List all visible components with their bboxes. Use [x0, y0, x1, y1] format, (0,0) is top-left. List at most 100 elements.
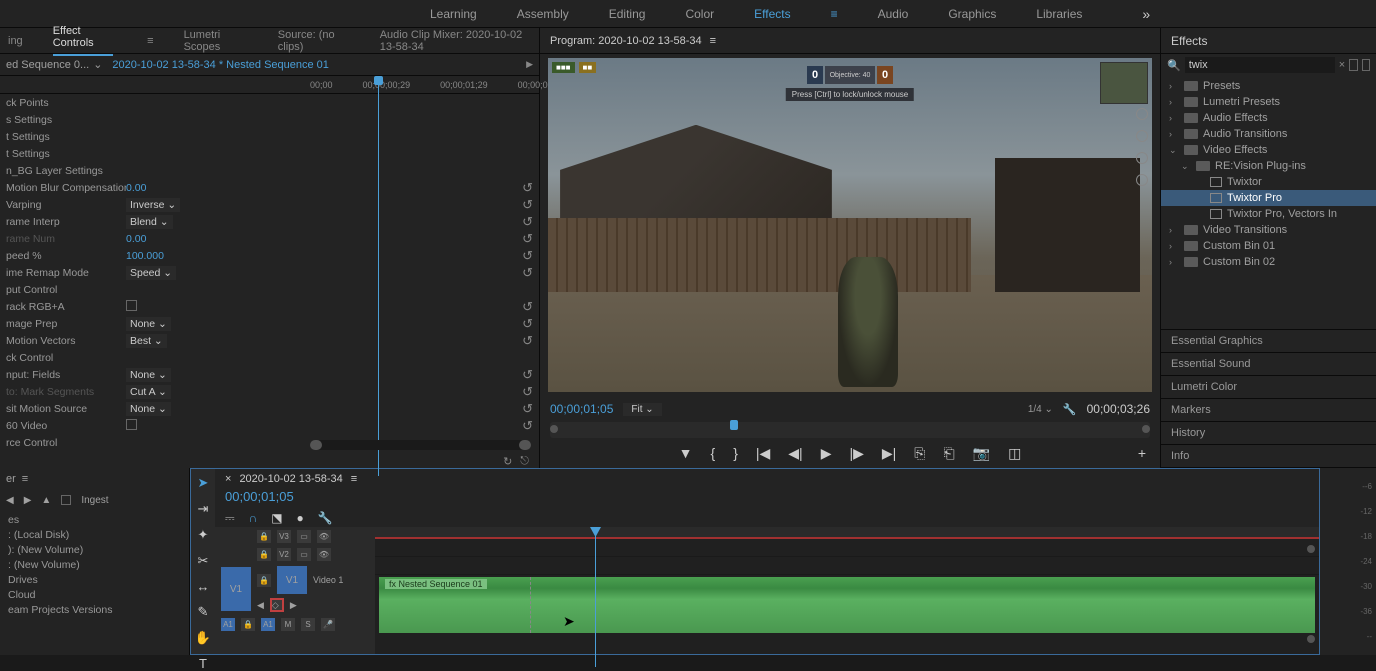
track-header-v3[interactable]: 🔒 V3 ▭ 👁	[215, 527, 375, 545]
panel-menu-icon[interactable]: ≡	[147, 35, 153, 47]
effect-property-row[interactable]: peed %100.000↺	[0, 247, 539, 264]
timeline-track-area[interactable]: fx Nested Sequence 01 ➤	[375, 527, 1319, 654]
marker-icon[interactable]: ▼	[679, 445, 693, 461]
property-control[interactable]: 100.000	[126, 250, 241, 262]
track-select-tool-icon[interactable]: ⇥	[195, 501, 211, 517]
play-tri-icon[interactable]: ▶	[526, 59, 533, 70]
property-control[interactable]: Speed ⌄	[126, 267, 241, 279]
chevron-down-icon[interactable]: ⌄	[93, 58, 102, 71]
reset-icon[interactable]: ↺	[522, 367, 533, 383]
out-point-icon[interactable]: }	[733, 445, 738, 461]
tab-color[interactable]: Color	[685, 7, 714, 21]
scroll-thumb[interactable]	[310, 440, 322, 450]
timeline-playhead[interactable]	[595, 527, 596, 667]
effect-property-row[interactable]: nput: FieldsNone ⌄↺	[0, 366, 539, 383]
tab-audio-clip-mixer[interactable]: Audio Clip Mixer: 2020-10-02 13-58-34	[380, 29, 539, 53]
panel-menu-icon[interactable]: ≡	[710, 35, 716, 47]
effect-property-row[interactable]: put Control	[0, 281, 539, 298]
filter-icon[interactable]	[1349, 59, 1357, 71]
panel-menu-icon[interactable]: ≡	[22, 473, 28, 485]
solo-icon[interactable]: S	[301, 618, 315, 631]
effects-folder[interactable]: ⌄RE:Vision Plug-ins	[1161, 158, 1376, 174]
source-patch-a1[interactable]: A1	[221, 618, 235, 631]
property-control[interactable]: Inverse ⌄	[126, 199, 241, 211]
back-icon[interactable]: ◀	[6, 495, 14, 506]
toggle-sync-icon[interactable]: 👁	[317, 548, 331, 561]
reset-icon[interactable]: ↺	[522, 333, 533, 349]
scrub-playhead[interactable]	[730, 420, 738, 430]
side-tab[interactable]: Info	[1161, 445, 1376, 468]
effects-folder[interactable]: ›Lumetri Presets	[1161, 94, 1376, 110]
tab-audio[interactable]: Audio	[878, 7, 909, 21]
next-keyframe-icon[interactable]: ▶	[290, 600, 297, 611]
tab-assembly[interactable]: Assembly	[517, 7, 569, 21]
effect-property-row[interactable]: to: Mark SegmentsCut A ⌄↺	[0, 383, 539, 400]
prev-keyframe-icon[interactable]: ◀	[257, 600, 264, 611]
track-label[interactable]: V3	[277, 530, 291, 543]
lock-icon[interactable]: 🔒	[257, 530, 271, 543]
effect-property-row[interactable]: ck Control	[0, 349, 539, 366]
effects-preset[interactable]: Twixtor Pro	[1161, 190, 1376, 206]
effect-property-row[interactable]: Motion Blur Compensation0.00↺	[0, 179, 539, 196]
step-back-icon[interactable]: ◀|	[788, 445, 802, 462]
play-icon[interactable]: ▶	[821, 445, 832, 462]
tab-effects[interactable]: Effects	[754, 7, 790, 21]
effect-controls-scrollbar[interactable]	[310, 440, 531, 450]
side-tab[interactable]: Lumetri Color	[1161, 376, 1376, 399]
reset-icon[interactable]: ↺	[522, 418, 533, 434]
effect-property-row[interactable]: ck Points	[0, 94, 539, 111]
project-item[interactable]: es	[0, 512, 189, 527]
side-tab[interactable]: Essential Graphics	[1161, 330, 1376, 353]
lock-icon[interactable]: 🔒	[257, 548, 271, 561]
ripple-tool-icon[interactable]: ✦	[195, 527, 211, 543]
effects-folder[interactable]: ›Audio Transitions	[1161, 126, 1376, 142]
timeline-title[interactable]: 2020-10-02 13-58-34	[239, 473, 342, 485]
add-button-icon[interactable]: +	[1138, 445, 1146, 461]
reset-icon[interactable]: ↺	[522, 299, 533, 315]
comparison-icon[interactable]: ◫	[1008, 445, 1021, 462]
side-tab[interactable]: Essential Sound	[1161, 353, 1376, 376]
scroll-handle[interactable]	[1307, 545, 1315, 553]
tab-graphics[interactable]: Graphics	[948, 7, 996, 21]
resolution-dropdown[interactable]: 1/4 ⌄	[1028, 404, 1053, 415]
effects-preset[interactable]: Twixtor	[1161, 174, 1376, 190]
property-control[interactable]: Cut A ⌄	[126, 386, 241, 398]
tab-learning[interactable]: Learning	[430, 7, 477, 21]
filter-icon[interactable]	[1362, 59, 1370, 71]
effect-property-row[interactable]: t Settings	[0, 128, 539, 145]
effect-property-row[interactable]: mage PrepNone ⌄↺	[0, 315, 539, 332]
toggle-sync-icon[interactable]: 👁	[317, 530, 331, 543]
effects-folder[interactable]: ›Presets	[1161, 78, 1376, 94]
loop-icon[interactable]: ↻	[503, 455, 512, 468]
close-tab-icon[interactable]: ×	[225, 473, 231, 485]
clear-search-icon[interactable]: ×	[1339, 59, 1345, 71]
reset-icon[interactable]: ↺	[522, 214, 533, 230]
scroll-handle[interactable]	[1307, 635, 1315, 643]
mute-icon[interactable]: M	[281, 618, 295, 631]
side-tab[interactable]: History	[1161, 422, 1376, 445]
effect-property-row[interactable]: VarpingInverse ⌄↺	[0, 196, 539, 213]
up-icon[interactable]: ▲	[41, 495, 51, 506]
track-header-v2[interactable]: 🔒 V2 ▭ 👁	[215, 545, 375, 563]
tab-editing[interactable]: Editing	[609, 7, 646, 21]
toggle-output-icon[interactable]: ▭	[297, 530, 311, 543]
reset-icon[interactable]: ↺	[522, 248, 533, 264]
hand-tool-icon[interactable]: ✋	[195, 630, 211, 646]
pen-tool-icon[interactable]: ✎	[195, 604, 211, 620]
effects-preset[interactable]: Twixtor Pro, Vectors In	[1161, 206, 1376, 222]
timeline-ruler[interactable]	[375, 527, 1319, 539]
lock-icon[interactable]: 🔒	[257, 574, 271, 587]
step-forward-icon[interactable]: |▶	[849, 445, 863, 462]
timeline-clip[interactable]: fx Nested Sequence 01 ➤	[379, 577, 1315, 633]
project-item[interactable]: : (New Volume)	[0, 557, 189, 572]
go-to-out-icon[interactable]: ▶|	[882, 445, 896, 462]
property-control[interactable]	[126, 300, 241, 314]
snap-icon[interactable]: ⎓	[225, 511, 235, 526]
tab-libraries[interactable]: Libraries	[1036, 7, 1082, 21]
effect-controls-ruler[interactable]: 00;00 00;00;00;29 00;00;01;29 00;00;02;2…	[0, 76, 539, 94]
reset-icon[interactable]: ↺	[522, 384, 533, 400]
lift-icon[interactable]: ⎘	[914, 445, 925, 462]
scrub-handle-left[interactable]	[550, 425, 558, 433]
property-control[interactable]: None ⌄	[126, 403, 241, 415]
in-point-icon[interactable]: {	[711, 445, 716, 461]
